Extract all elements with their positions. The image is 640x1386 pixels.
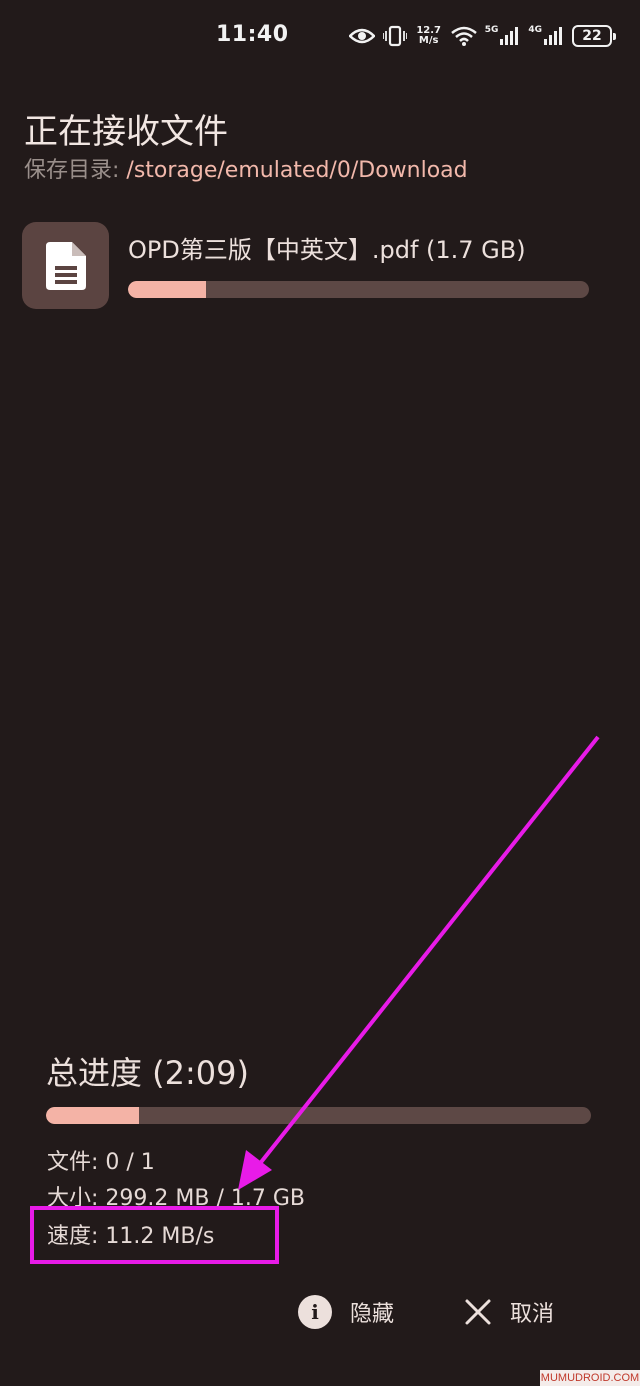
annotation-highlight-box xyxy=(30,1206,279,1264)
annotation-arrow xyxy=(238,735,600,1190)
watermark: MUMUDROID.COM xyxy=(540,1370,640,1386)
